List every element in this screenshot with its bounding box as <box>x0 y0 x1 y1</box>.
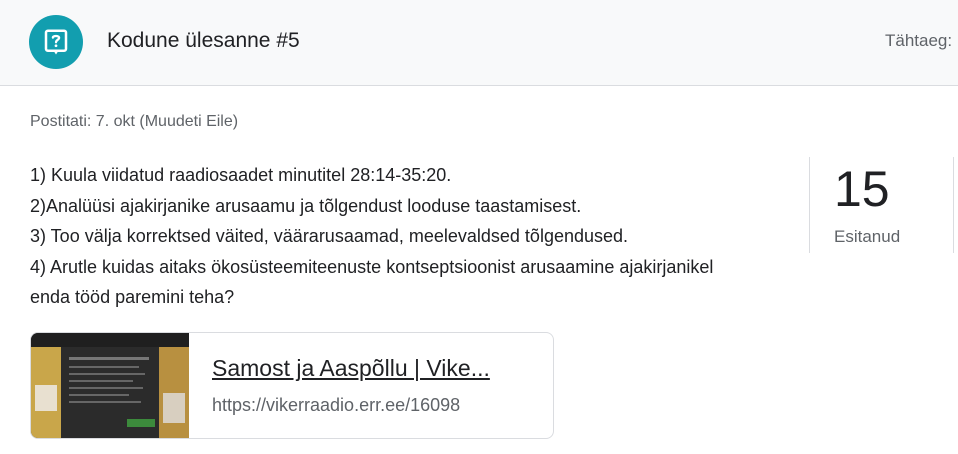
stats-divider <box>809 157 810 253</box>
attachment-url: https://vikerraadio.err.ee/16098 <box>212 395 461 415</box>
submitted-count[interactable]: 15 <box>834 161 890 217</box>
submitted-label[interactable]: Esitanud <box>834 227 900 247</box>
instructions: 1) Kuula viidatud raadiosaadet minutitel… <box>30 160 800 313</box>
instruction-line: 3) Too välja korrektsed väited, väärarus… <box>30 226 629 246</box>
instruction-line: 1) Kuula viidatud raadiosaadet minutitel… <box>30 165 452 185</box>
assignment-title: Kodune ülesanne #5 <box>107 29 300 52</box>
attachment-thumbnail[interactable] <box>31 333 189 438</box>
assignment-header: Kodune ülesanne #5 Tähtaeg: <box>0 0 958 86</box>
instruction-line: enda tööd paremini teha? <box>30 287 235 307</box>
instruction-line: 2)Analüüsi ajakirjanike arusaamu ja tõlg… <box>30 195 582 216</box>
stats-divider <box>953 157 954 253</box>
due-date-label: Tähtaeg: <box>885 31 953 50</box>
attachment-title-link[interactable]: Samost ja Aaspõllu | Vike... <box>212 355 542 382</box>
posted-date: Postitati: 7. okt (Muudeti Eile) <box>30 113 239 130</box>
attachment-card[interactable]: Samost ja Aaspõllu | Vike... https://vik… <box>30 332 554 439</box>
assignment-question-icon <box>29 15 83 69</box>
instruction-line: 4) Arutle kuidas aitaks ökosüsteemiteenu… <box>30 256 714 277</box>
